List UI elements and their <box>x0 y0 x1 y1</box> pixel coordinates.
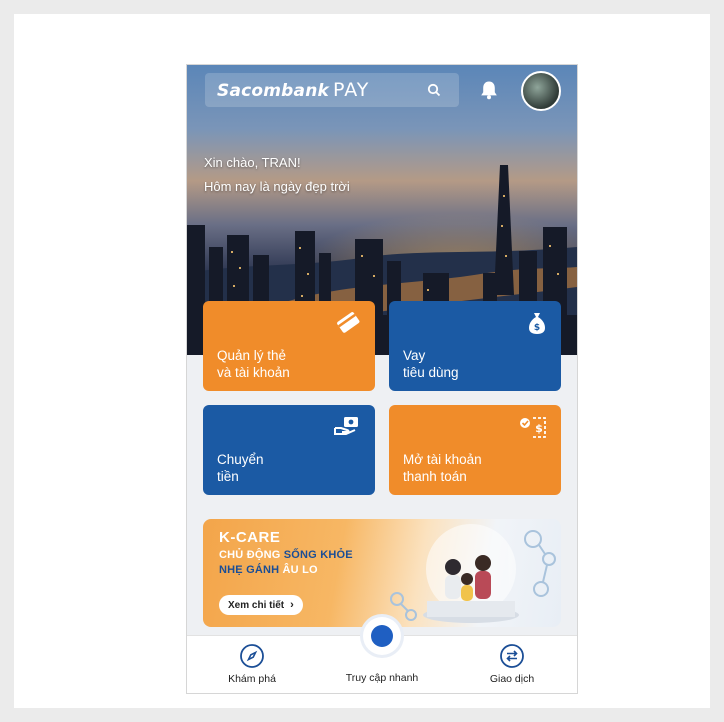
quick-access-dot-icon <box>371 625 393 647</box>
avatar[interactable] <box>521 71 561 111</box>
greeting-text: Xin chào, TRAN! <box>204 155 301 170</box>
kcare-line-1-highlight: SỐNG KHỎE <box>283 549 353 561</box>
money-bag-icon: $ <box>527 311 547 340</box>
app-screen: Sacombank PAY Xin chào, TRAN! Hôm nay là … <box>186 64 578 694</box>
svg-text:$: $ <box>535 422 543 435</box>
nav-quick-access[interactable]: Truy cập nhanh <box>327 672 437 684</box>
kcare-line-2: NHẸ GÁNH ÂU LO <box>219 564 318 576</box>
open-account-icon: $ <box>517 415 547 444</box>
kcare-line-1: CHỦ ĐỘNG SỐNG KHỎE <box>219 549 353 561</box>
kcare-line-1-text: CHỦ ĐỘNG <box>219 549 284 561</box>
tile-open-payment-account[interactable]: $ Mở tài khoản thanh toán <box>389 405 561 495</box>
tile-label: Chuyển tiền <box>217 452 264 484</box>
tile-consumer-loan[interactable]: $ Vay tiêu dùng <box>389 301 561 391</box>
bell-icon[interactable] <box>476 77 502 103</box>
kcare-line-2-highlight: NHẸ GÁNH <box>219 564 280 576</box>
transfer-hand-icon <box>333 415 361 442</box>
tile-manage-card-account[interactable]: Quản lý thẻ và tài khoản <box>203 301 375 391</box>
sacombank-pay-logo: Sacombank PAY <box>217 79 369 101</box>
svg-text:$: $ <box>534 323 540 333</box>
tile-transfer-money[interactable]: Chuyển tiền <box>203 405 375 495</box>
tile-label: Quản lý thẻ và tài khoản <box>217 348 290 380</box>
nav-quick-access-label: Truy cập nhanh <box>345 672 419 684</box>
kcare-line-2-text: ÂU LO <box>279 564 318 576</box>
nav-explore-label: Khám phá <box>228 673 276 685</box>
nav-transactions[interactable]: Giao dịch <box>457 642 567 685</box>
exchange-icon <box>457 642 567 670</box>
view-details-button[interactable]: Xem chi tiết › <box>219 595 303 615</box>
kcare-title: K-CARE <box>219 529 281 546</box>
kcare-banner[interactable]: K-CARE CHỦ ĐỘNG SỐNG KHỎE NHẸ GÁNH ÂU LO… <box>203 519 561 627</box>
card-icon <box>335 311 361 338</box>
chevron-right-icon: › <box>290 599 294 611</box>
nav-transactions-label: Giao dịch <box>489 673 535 685</box>
nav-explore[interactable]: Khám phá <box>197 642 307 685</box>
search-icon[interactable] <box>423 79 445 101</box>
view-details-label: Xem chi tiết <box>228 599 285 611</box>
tile-label: Mở tài khoản thanh toán <box>403 452 482 484</box>
compass-icon <box>197 642 307 670</box>
brand-pay: PAY <box>333 79 370 101</box>
greeting-subtitle: Hôm nay là ngày đẹp trời <box>204 179 350 194</box>
tile-label: Vay tiêu dùng <box>403 348 459 380</box>
brand-name: Sacombank <box>217 81 330 101</box>
kcare-family-illustration <box>390 524 556 623</box>
quick-access-button[interactable] <box>363 617 401 655</box>
